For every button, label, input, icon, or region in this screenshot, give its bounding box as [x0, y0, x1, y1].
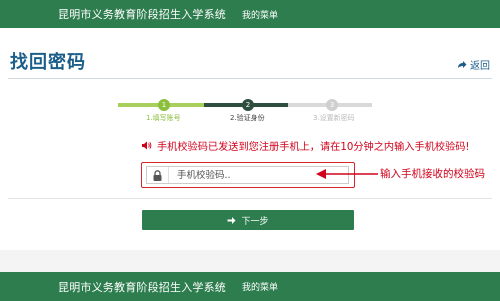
lock-icon: [153, 169, 162, 181]
step-dot-3: 3: [326, 99, 338, 111]
system-title-repeat: 昆明市义务教育阶段招生入学系统: [58, 280, 226, 294]
my-menu-link[interactable]: 我的菜单: [242, 8, 278, 21]
next-step-button[interactable]: 下一步: [142, 210, 354, 230]
top-nav-bar: 昆明市义务教育阶段招生入学系统 我的菜单: [0, 0, 500, 28]
notice-text: 手机校验码已发送到您注册手机上，请在10分钟之内输入手机校验码!: [157, 142, 470, 153]
annotation-arrow-icon: [316, 169, 378, 179]
step-dot-1: 1: [158, 99, 170, 111]
page-header: 找回密码 返回: [0, 40, 500, 76]
sms-code-input[interactable]: [177, 169, 337, 181]
back-link[interactable]: 返回: [457, 57, 490, 72]
next-step-label: 下一步: [241, 216, 269, 227]
step-label-2: 2.验证身份: [230, 114, 265, 122]
system-title: 昆明市义务教育阶段招生入学系统: [58, 8, 226, 21]
sms-notice: 手机校验码已发送到您注册手机上，请在10分钟之内输入手机校验码!: [142, 138, 469, 153]
page-gap: [0, 250, 500, 272]
page-title: 找回密码: [10, 52, 86, 73]
lock-cell: [147, 167, 169, 183]
speaker-icon: [142, 141, 152, 150]
step-label-1: 1.填写账号: [146, 114, 181, 122]
second-nav-bar: 昆明市义务教育阶段招生入学系统 我的菜单: [0, 272, 500, 301]
progress-steps: 1 2 3 1.填写账号 2.验证身份 3.设置新密码: [118, 96, 372, 122]
step-label-3: 3.设置新密码: [313, 114, 355, 122]
share-arrow-icon: [458, 60, 467, 68]
back-label: 返回: [470, 61, 490, 72]
annotation-text: 输入手机接收的校验码: [380, 168, 485, 180]
arrow-right-icon: [227, 216, 236, 224]
step-dot-2: 2: [242, 99, 254, 111]
header-divider: [8, 78, 492, 79]
form-divider: [8, 198, 492, 199]
my-menu-link-repeat[interactable]: 我的菜单: [242, 280, 278, 293]
